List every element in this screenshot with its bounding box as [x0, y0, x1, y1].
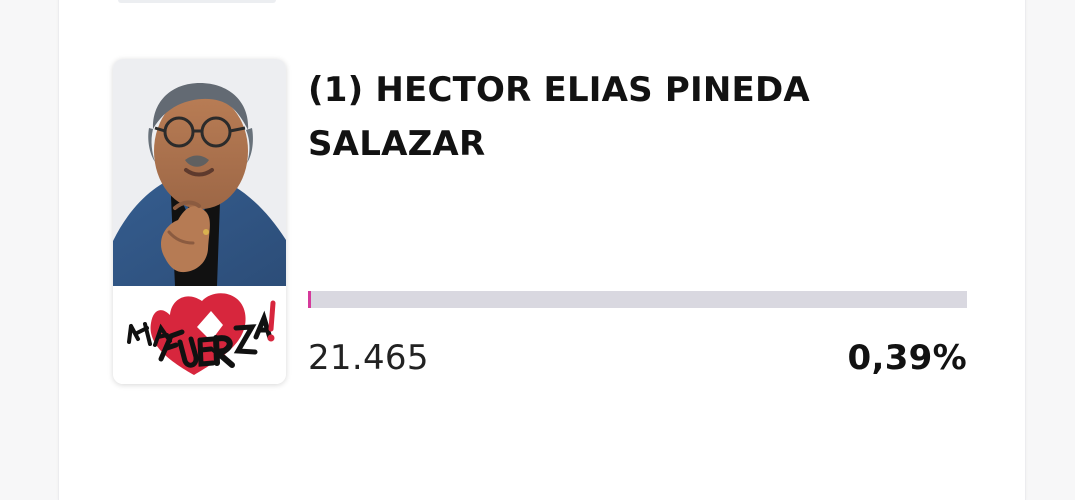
party-logo	[113, 286, 286, 384]
candidate-name: (1) HECTOR ELIAS PINEDA SALAZAR	[308, 70, 810, 164]
la-fuerza-logo-icon	[127, 293, 276, 375]
vote-count: 21.465	[308, 338, 429, 378]
candidate-photo	[113, 59, 286, 286]
vote-share-bar	[308, 291, 967, 308]
vote-share-fill	[308, 291, 311, 308]
candidate-media	[113, 59, 286, 384]
vote-percentage: 0,39%	[847, 338, 967, 378]
previous-card-edge	[118, 0, 276, 3]
